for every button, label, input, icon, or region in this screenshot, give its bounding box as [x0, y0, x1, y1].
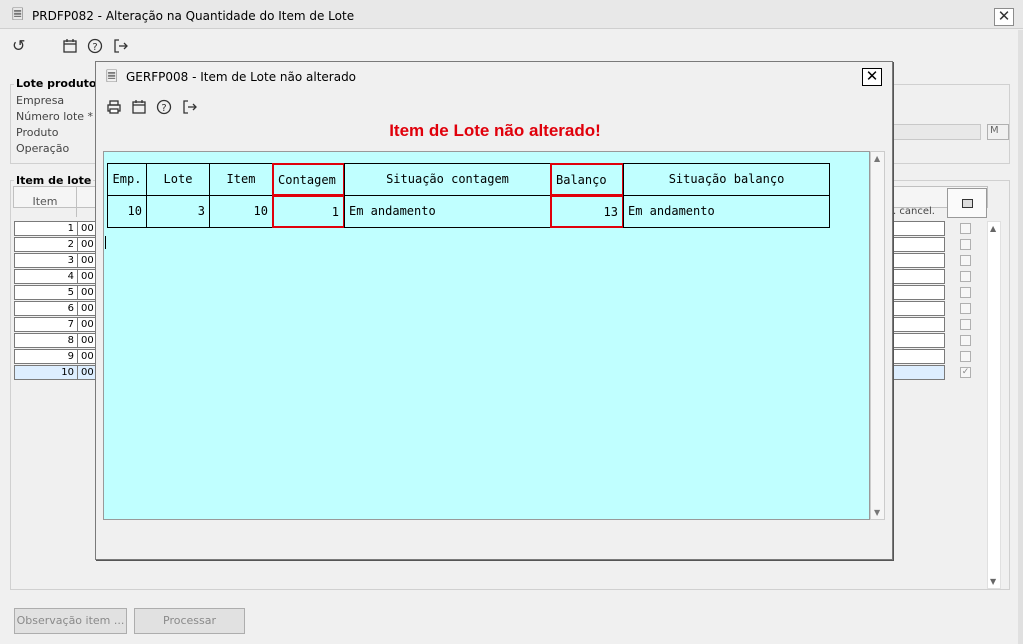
operacao-label: Operação [16, 142, 70, 155]
row-item-number: 8 [15, 334, 78, 347]
row-code: 00 [81, 239, 94, 250]
text-cursor [105, 236, 106, 249]
modal-titlebar: 🗏 GERFP008 - Item de Lote não alterado ✕ [96, 62, 892, 92]
numero-lote-label: Número lote * [16, 110, 94, 123]
modal-dialog: 🗏 GERFP008 - Item de Lote não alterado ✕… [95, 61, 893, 560]
document-icon: 🗏 [106, 69, 118, 85]
calendar-icon[interactable] [62, 38, 78, 57]
exit-icon[interactable] [113, 38, 129, 57]
window-title: PRDFP082 - Alteração na Quantidade do It… [32, 9, 355, 23]
exit-icon[interactable] [182, 99, 198, 118]
modal-status-area [103, 522, 885, 552]
cell-item: 10 [209, 195, 273, 228]
table-scrollbar[interactable]: ▲ ▼ [870, 151, 885, 520]
row-item-number: 9 [15, 350, 78, 363]
help-icon[interactable]: ? [156, 99, 172, 118]
grid-header-cancel: . cancel. [893, 206, 935, 217]
svg-text:?: ? [92, 42, 97, 53]
result-table-area: Emp. 10 Lote 3 Item 10 Contagem 1 Situação conta… [103, 151, 870, 520]
row-cancel-checkbox[interactable] [960, 319, 971, 330]
header-item: Item [209, 163, 273, 196]
row-cancel-checkbox[interactable] [960, 255, 971, 266]
grid-header-item: Item [14, 187, 77, 217]
produto-field[interactable] [893, 124, 981, 140]
header-emp: Emp. [107, 163, 147, 196]
main-toolbar: ↺ ? [0, 30, 1023, 64]
cell-contagem: 1 [272, 195, 345, 228]
empresa-label: Empresa [16, 94, 65, 107]
row-item-number: 4 [15, 270, 78, 283]
grid-select-all[interactable] [947, 188, 987, 218]
row-cancel-checkbox[interactable] [960, 239, 971, 250]
row-item-number: 5 [15, 286, 78, 299]
print-icon[interactable] [106, 99, 122, 118]
cell-situacao-balanco: Em andamento [623, 195, 830, 228]
observacao-item-button[interactable]: Observação item ... [14, 608, 127, 634]
row-item-number: 7 [15, 318, 78, 331]
row-code: 00 [81, 271, 94, 282]
row-code: 00 [81, 319, 94, 330]
main-titlebar: 🗏 PRDFP082 - Alteração na Quantidade do … [0, 0, 1023, 29]
row-cancel-checkbox[interactable] [960, 223, 971, 234]
row-item-number: 2 [15, 238, 78, 251]
row-code: 00 [81, 303, 94, 314]
window-scroll-strip [1018, 30, 1023, 644]
row-code: 00 [81, 287, 94, 298]
close-button[interactable]: ✕ [994, 8, 1014, 26]
header-lote: Lote [146, 163, 210, 196]
calendar-icon[interactable] [131, 99, 147, 118]
cell-situacao-contagem: Em andamento [344, 195, 551, 228]
processar-button[interactable]: Processar [134, 608, 245, 634]
modal-close-button[interactable]: ✕ [862, 68, 882, 86]
lote-produto-label: Lote produto [14, 77, 99, 90]
header-contagem: Contagem [272, 163, 345, 196]
cell-emp: 10 [107, 195, 147, 228]
row-code: 00 [81, 223, 94, 234]
row-cancel-checkbox[interactable] [960, 335, 971, 346]
header-situacao-balanco: Situação balanço [623, 163, 830, 196]
row-cancel-checkbox[interactable] [960, 351, 971, 362]
undo-icon[interactable]: ↺ [12, 38, 25, 54]
row-code: 00 [81, 255, 94, 266]
header-balanco: Balanço [550, 163, 624, 196]
row-cancel-checkbox[interactable] [960, 287, 971, 298]
cell-balanco: 13 [550, 195, 624, 228]
modal-title: GERFP008 - Item de Lote não alterado [126, 70, 357, 84]
cell-lote: 3 [146, 195, 210, 228]
row-item-number: 3 [15, 254, 78, 267]
row-item-number: 10 [15, 366, 78, 379]
help-icon[interactable]: ? [87, 38, 103, 57]
row-code: 00 [81, 351, 94, 362]
row-item-number: 6 [15, 302, 78, 315]
unit-box[interactable]: M [987, 124, 1009, 140]
row-cancel-checkbox[interactable]: ✓ [960, 367, 971, 378]
row-code: 00 [81, 335, 94, 346]
produto-label: Produto [16, 126, 59, 139]
header-situacao-contagem: Situação contagem [344, 163, 551, 196]
svg-text:?: ? [161, 103, 166, 114]
row-cancel-checkbox[interactable] [960, 303, 971, 314]
grid-scrollbar[interactable]: ▲ ▼ [987, 221, 1001, 589]
modal-heading: Item de Lote não alterado! [389, 121, 601, 140]
document-icon: 🗏 [12, 7, 24, 23]
row-cancel-checkbox[interactable] [960, 271, 971, 282]
row-code: 00 [81, 367, 94, 378]
row-item-number: 1 [15, 222, 78, 235]
